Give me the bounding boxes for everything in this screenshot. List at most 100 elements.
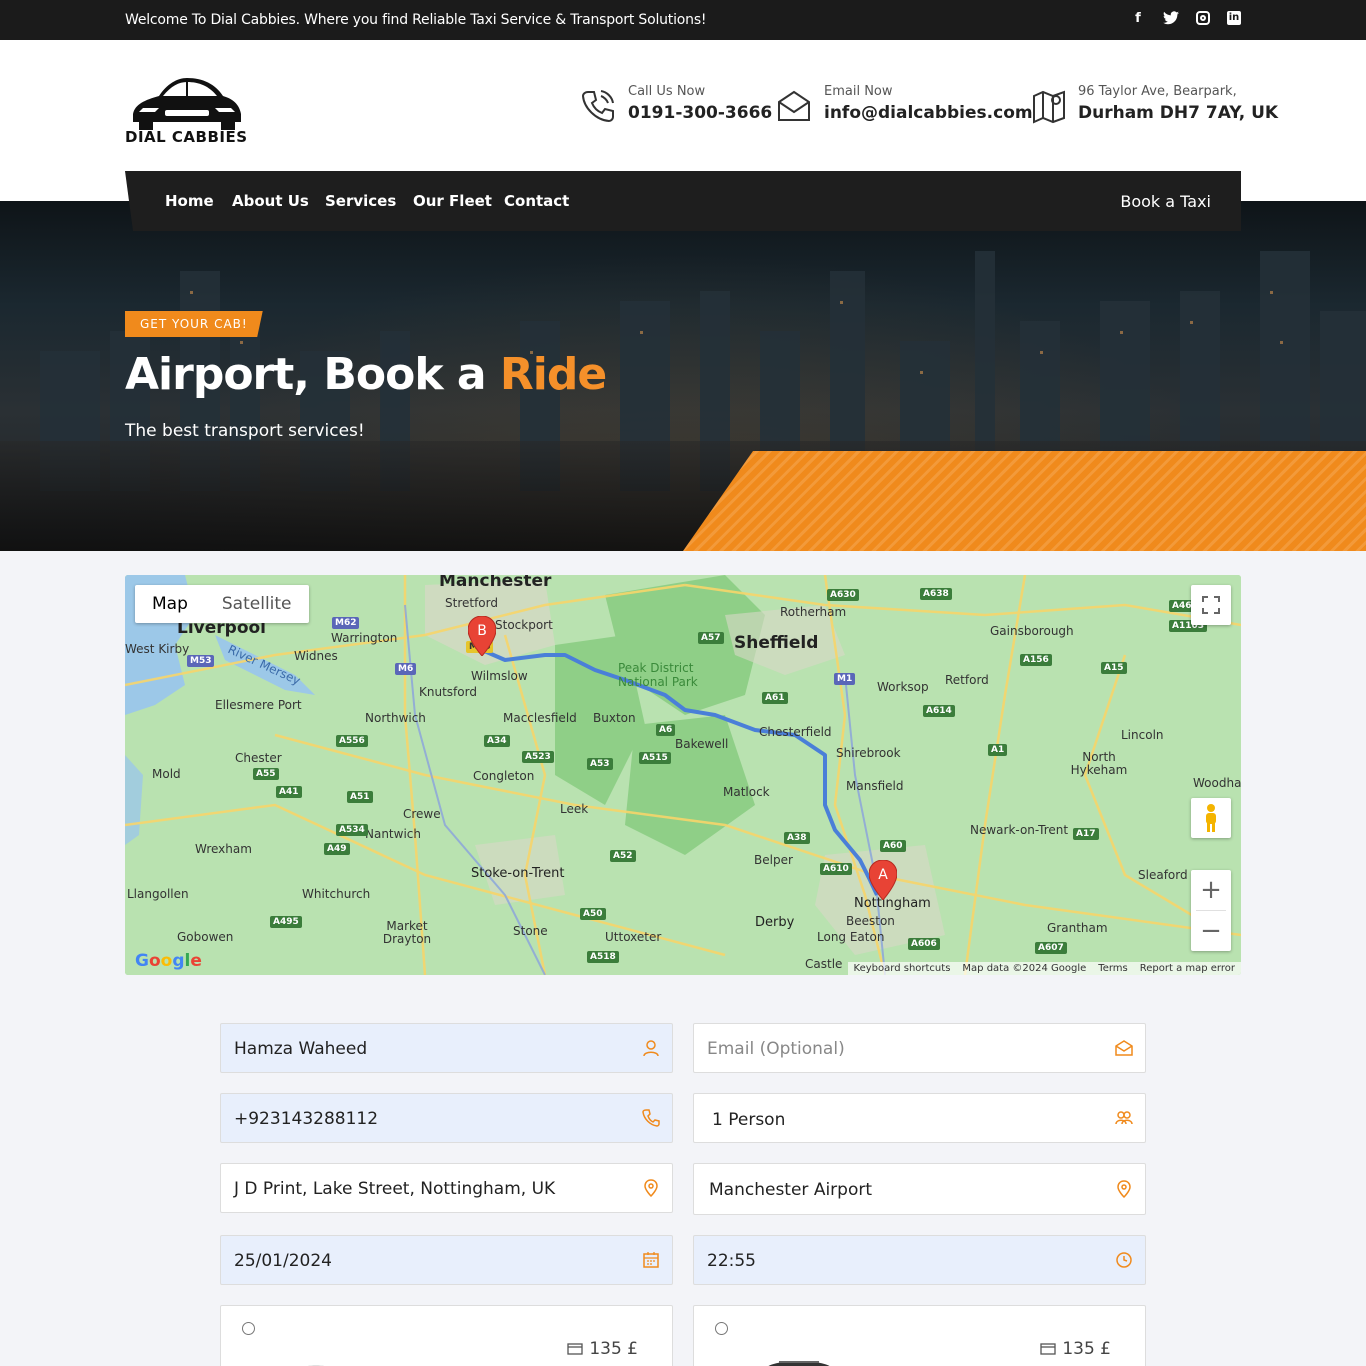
- envelope-open-icon: [1115, 1040, 1133, 1056]
- road-shield: A606: [908, 938, 940, 950]
- label-north-hykeham: North Hykeham: [1070, 750, 1128, 777]
- passengers-select[interactable]: 1 Person: [693, 1093, 1146, 1143]
- linkedin-icon[interactable]: in: [1227, 11, 1241, 25]
- vehicle-radio[interactable]: [242, 1322, 255, 1335]
- street-view-button[interactable]: [1191, 798, 1231, 838]
- dropoff-value: Manchester Airport: [709, 1180, 873, 1200]
- vehicle-option[interactable]: 135 £: [693, 1305, 1146, 1366]
- phone-input[interactable]: +923143288112: [220, 1093, 673, 1143]
- passengers-value: 1 Person: [712, 1110, 786, 1130]
- label-peak-district: Peak District National Park: [618, 661, 698, 689]
- instagram-icon[interactable]: [1196, 11, 1210, 25]
- hero-title-main: Airport, Book a: [125, 349, 500, 400]
- label-crewe: Crewe: [403, 807, 441, 821]
- road-shield: A515: [639, 752, 671, 764]
- label-wrexham: Wrexham: [195, 842, 252, 856]
- fullscreen-button[interactable]: [1191, 585, 1231, 625]
- route-map[interactable]: Manchester Sheffield Nottingham Liverpoo…: [125, 575, 1241, 975]
- label-llangollen: Llangollen: [127, 887, 189, 901]
- tab-map[interactable]: Map: [135, 585, 205, 623]
- cash-icon: [567, 1343, 583, 1355]
- label-sheffield: Sheffield: [734, 633, 819, 653]
- cash-icon: [1040, 1343, 1056, 1355]
- dropoff-input[interactable]: Manchester Airport: [693, 1163, 1146, 1215]
- tab-satellite[interactable]: Satellite: [205, 585, 309, 623]
- vehicle-price-value: 135 £: [589, 1339, 638, 1359]
- zoom-in-button[interactable]: +: [1191, 870, 1231, 910]
- label-leek: Leek: [560, 802, 589, 816]
- label-uttoxeter: Uttoxeter: [605, 930, 662, 944]
- call-number[interactable]: 0191-300-3666: [628, 103, 772, 123]
- road-shield: A51: [347, 791, 373, 803]
- address-line1: 96 Taylor Ave, Bearpark,: [1078, 84, 1237, 99]
- label-stoke: Stoke-on-Trent: [471, 866, 565, 881]
- road-shield: A38: [784, 832, 810, 844]
- email-contact[interactable]: Email Now info@dialcabbies.com: [776, 84, 1033, 124]
- nav-our-fleet[interactable]: Our Fleet: [413, 192, 492, 210]
- fullscreen-icon: [1202, 596, 1220, 614]
- hero-banner: GET YOUR CAB! Airport, Book a Ride The b…: [0, 201, 1366, 551]
- phone-icon: [581, 90, 614, 123]
- label-market-drayton: Market Drayton: [382, 919, 432, 946]
- marker-a-icon[interactable]: A: [869, 860, 897, 900]
- nav-home[interactable]: Home: [165, 192, 214, 210]
- nav-services[interactable]: Services: [325, 192, 396, 210]
- hero-title-accent: Ride: [499, 349, 607, 400]
- road-shield: A52: [610, 850, 636, 862]
- road-shield: M6: [395, 663, 417, 675]
- label-stockport: Stockport: [495, 618, 553, 632]
- terms-link[interactable]: Terms: [1098, 963, 1127, 974]
- book-taxi-button[interactable]: Book a Taxi: [1120, 192, 1211, 211]
- map-icon: [1033, 90, 1065, 124]
- label-lincoln: Lincoln: [1121, 728, 1164, 742]
- road-shield: A610: [820, 863, 852, 875]
- road-shield: A534: [336, 824, 368, 836]
- road-shield: A630: [827, 589, 859, 601]
- label-stretford: Stretford: [445, 596, 498, 610]
- marker-b-icon[interactable]: B: [468, 616, 496, 656]
- vehicle-option[interactable]: 135 £: [220, 1305, 673, 1366]
- road-shield: A57: [698, 632, 724, 644]
- report-error-link[interactable]: Report a map error: [1140, 963, 1235, 974]
- road-shield: A15: [1101, 662, 1127, 674]
- road-shield: A556: [336, 735, 368, 747]
- label-beeston: Beeston: [846, 914, 895, 928]
- label-ellesmere-port: Ellesmere Port: [215, 698, 302, 712]
- label-northwich: Northwich: [365, 711, 426, 725]
- users-icon: [1115, 1111, 1133, 1125]
- clock-icon: [1116, 1252, 1132, 1268]
- twitter-icon[interactable]: [1163, 11, 1179, 27]
- vehicle-price: 135 £: [1040, 1339, 1111, 1359]
- zoom-out-button[interactable]: −: [1191, 911, 1231, 951]
- social-links: f in: [1130, 11, 1241, 27]
- road-shield: A49: [324, 843, 350, 855]
- label-rotherham: Rotherham: [780, 605, 847, 619]
- facebook-icon[interactable]: f: [1130, 11, 1146, 27]
- hero-title: Airport, Book a Ride: [125, 349, 607, 400]
- keyboard-shortcuts-link[interactable]: Keyboard shortcuts: [854, 963, 951, 974]
- label-worksop: Worksop: [877, 680, 929, 694]
- map-data-credit: Map data ©2024 Google: [962, 963, 1087, 974]
- label-buxton: Buxton: [593, 711, 636, 725]
- road-shield: A495: [270, 916, 302, 928]
- pickup-input[interactable]: J D Print, Lake Street, Nottingham, UK: [220, 1163, 673, 1213]
- name-input[interactable]: Hamza Waheed: [220, 1023, 673, 1073]
- call-label: Call Us Now: [628, 84, 706, 99]
- label-long-eaton: Long Eaton: [817, 930, 885, 944]
- time-input[interactable]: 22:55: [693, 1235, 1146, 1285]
- phone-icon: [642, 1109, 660, 1127]
- road-shield: A34: [484, 735, 510, 747]
- road-shield: A518: [587, 951, 619, 963]
- call-contact[interactable]: Call Us Now 0191-300-3666: [580, 84, 772, 124]
- vehicle-price: 135 £: [567, 1339, 638, 1359]
- date-input[interactable]: 25/01/2024: [220, 1235, 673, 1285]
- label-newark: Newark-on-Trent: [970, 823, 1069, 837]
- hero-badge: GET YOUR CAB!: [125, 311, 263, 337]
- nav-contact[interactable]: Contact: [504, 192, 569, 210]
- label-bakewell: Bakewell: [675, 737, 729, 751]
- nav-about-us[interactable]: About Us: [232, 192, 309, 210]
- address-contact: 96 Taylor Ave, Bearpark, Durham DH7 7AY,…: [1032, 84, 1278, 124]
- email-input[interactable]: Email (Optional): [693, 1023, 1146, 1073]
- email-address[interactable]: info@dialcabbies.com: [824, 103, 1033, 123]
- vehicle-radio[interactable]: [715, 1322, 728, 1335]
